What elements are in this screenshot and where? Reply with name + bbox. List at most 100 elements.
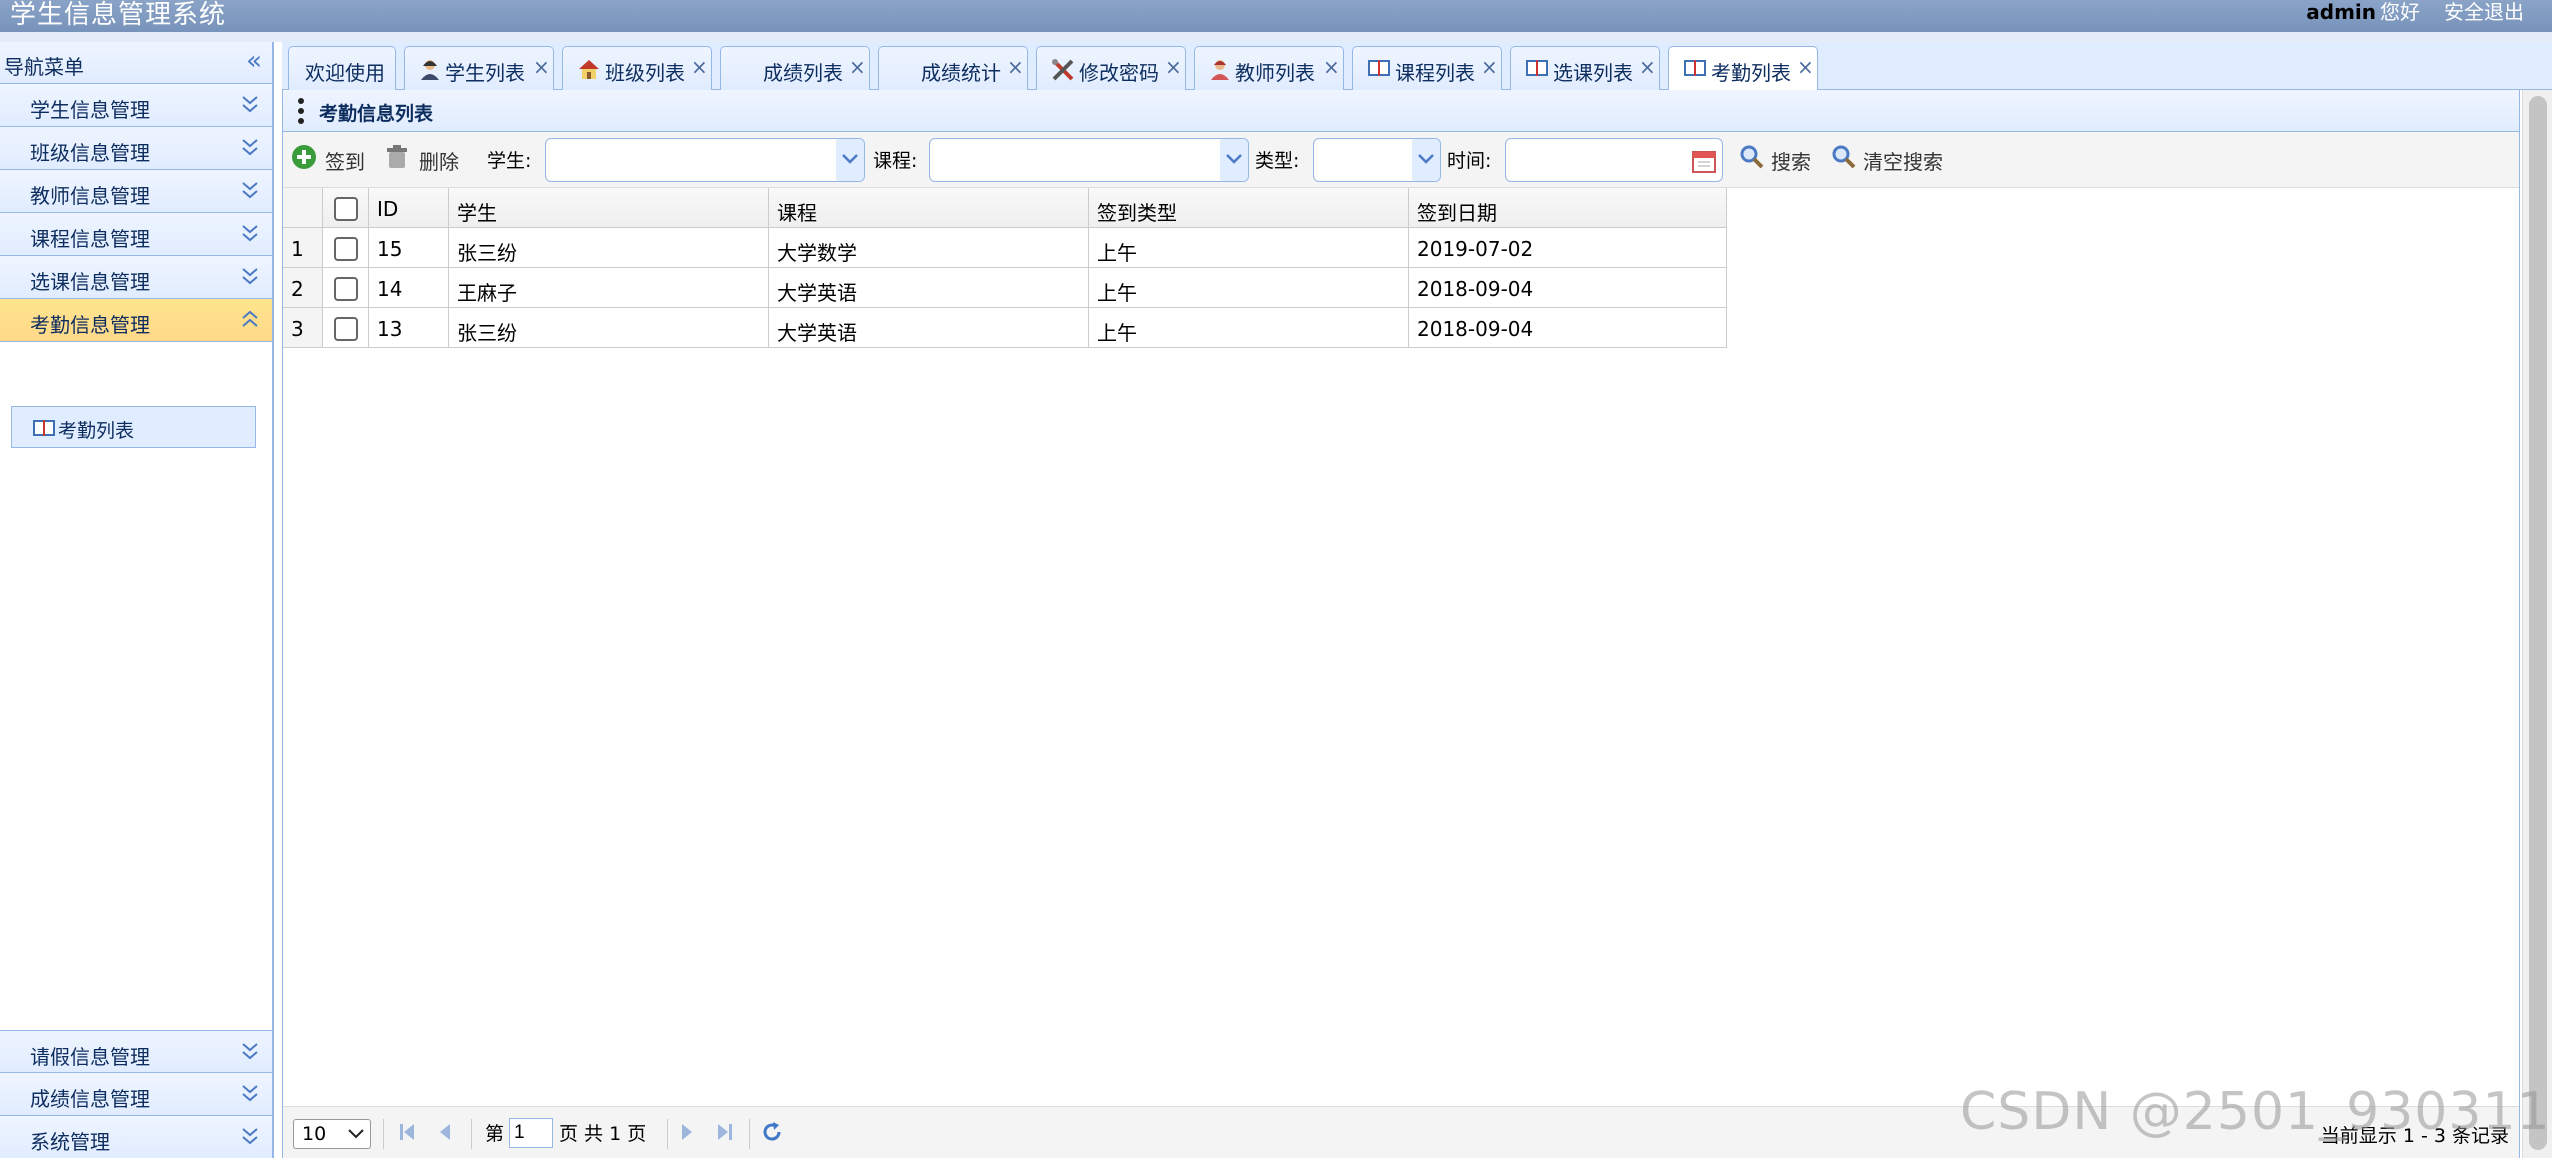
nav-group-student[interactable]: 学生信息管理 [0, 84, 272, 127]
calendar-icon[interactable] [1692, 149, 1716, 173]
page-size-select[interactable]: 10 [293, 1119, 371, 1149]
refresh-icon[interactable] [761, 1121, 783, 1143]
nav-group-class[interactable]: 班级信息管理 [0, 127, 272, 170]
book-icon [33, 420, 55, 436]
tab-student-list[interactable]: 学生列表 × [404, 46, 554, 90]
nav-group-selection[interactable]: 选课信息管理 [0, 256, 272, 299]
close-icon[interactable]: × [1797, 55, 1814, 79]
nav-group-score[interactable]: 成绩信息管理 [0, 1073, 272, 1116]
tools-icon [1052, 59, 1074, 81]
nav-item-label: 考勤列表 [58, 420, 135, 442]
cell-text: 13 [377, 317, 403, 341]
row-number-text: 2 [291, 277, 304, 301]
header-id[interactable]: ID [369, 188, 449, 227]
page-suffix: 页 共 1 页 [559, 1123, 647, 1145]
tab-class-list[interactable]: 班级列表 × [562, 46, 712, 90]
separator [749, 1119, 750, 1149]
tab-label: 欢迎使用 [305, 61, 385, 85]
chevron-down-icon [242, 268, 258, 285]
close-icon[interactable]: × [533, 55, 550, 79]
page-number-input[interactable] [509, 1118, 553, 1148]
tab-attendance-list[interactable]: 考勤列表 × [1668, 46, 1818, 91]
separator [667, 1119, 668, 1149]
row-checkbox[interactable] [334, 317, 358, 341]
cell-date: 2018-09-04 [1409, 308, 1727, 347]
student-filter-select[interactable] [545, 138, 865, 182]
tab-change-password[interactable]: 修改密码 × [1036, 46, 1186, 90]
close-icon[interactable]: × [1323, 55, 1340, 79]
header-sign-type[interactable]: 签到类型 [1089, 188, 1409, 227]
chevron-down-icon [242, 1043, 258, 1060]
type-filter-select[interactable] [1313, 138, 1441, 182]
cell-text: 张三纷 [457, 321, 517, 345]
row-select [323, 308, 369, 347]
tab-course-list[interactable]: 课程列表 × [1352, 46, 1502, 90]
cell-text: 大学英语 [777, 321, 857, 345]
cell-text: 王麻子 [457, 281, 517, 305]
separator [383, 1119, 384, 1149]
nav-group-leave[interactable]: 请假信息管理 [0, 1030, 272, 1073]
username: admin [2306, 0, 2376, 24]
panel-title: 考勤信息列表 [319, 103, 434, 125]
time-filter-input[interactable] [1505, 138, 1723, 182]
row-number: 1 [283, 228, 323, 267]
tab-label: 考勤列表 [1711, 61, 1791, 85]
table-row[interactable]: 2 14 王麻子 大学英语 上午 2018-09-04 [283, 268, 1727, 308]
user-area: admin 您好 安全退出 [2306, 0, 2524, 25]
course-filter-select[interactable] [929, 138, 1249, 182]
nav-group-course[interactable]: 课程信息管理 [0, 213, 272, 256]
close-icon[interactable]: × [849, 55, 866, 79]
table-row[interactable]: 3 13 张三纷 大学英语 上午 2018-09-04 [283, 308, 1727, 348]
column-header: 学生 [457, 201, 497, 225]
cell-course: 大学英语 [769, 268, 1089, 307]
more-vertical-icon[interactable] [297, 97, 305, 125]
row-checkbox[interactable] [334, 277, 358, 301]
last-page-icon[interactable] [715, 1121, 735, 1143]
nav-group-label: 成绩信息管理 [30, 1087, 150, 1111]
cell-type: 上午 [1089, 228, 1409, 267]
chevron-down-icon [1226, 154, 1242, 164]
header-course[interactable]: 课程 [769, 188, 1089, 227]
tab-score-stats[interactable]: 成绩统计 × [878, 46, 1028, 90]
search-label: 搜索 [1771, 150, 1811, 174]
prev-page-icon[interactable] [437, 1121, 453, 1143]
cell-type: 上午 [1089, 268, 1409, 307]
vertical-scrollbar[interactable] [2522, 90, 2552, 1158]
header-student[interactable]: 学生 [449, 188, 769, 227]
close-icon[interactable]: × [1481, 55, 1498, 79]
cell-text: 上午 [1097, 241, 1137, 265]
main-panel: 考勤信息列表 签到 删除 学生: 课程: 类型: 时间: 搜索 清空搜索 ID … [282, 90, 2520, 1158]
next-page-icon[interactable] [679, 1121, 695, 1143]
chevron-down-icon [1418, 154, 1434, 164]
tab-selection-list[interactable]: 选课列表 × [1510, 46, 1660, 90]
logout-link[interactable]: 安全退出 [2444, 0, 2524, 24]
nav-group-system[interactable]: 系统管理 [0, 1116, 272, 1158]
cell-date: 2019-07-02 [1409, 228, 1727, 267]
cell-text: 2018-09-04 [1417, 277, 1534, 301]
close-icon[interactable]: × [1165, 55, 1182, 79]
close-icon[interactable]: × [691, 55, 708, 79]
close-icon[interactable]: × [1639, 55, 1656, 79]
first-page-icon[interactable] [397, 1121, 417, 1143]
nav-item-attendance-list[interactable]: 考勤列表 [11, 406, 256, 448]
collapse-sidebar-icon[interactable]: « [246, 46, 262, 76]
nav-group-teacher[interactable]: 教师信息管理 [0, 170, 272, 213]
tab-label: 选课列表 [1553, 61, 1633, 85]
scrollbar-thumb[interactable] [2529, 96, 2547, 1150]
close-icon[interactable]: × [1007, 55, 1024, 79]
nav-group-attendance[interactable]: 考勤信息管理 [0, 299, 272, 342]
watermark: CSDN @2501_93031130 [1960, 1082, 2552, 1142]
tab-welcome[interactable]: 欢迎使用 [288, 46, 396, 90]
header-sign-date[interactable]: 签到日期 [1409, 188, 1727, 227]
select-all-checkbox[interactable] [334, 197, 358, 221]
tab-score-list[interactable]: 成绩列表 × [720, 46, 870, 90]
nav-group-label: 学生信息管理 [30, 98, 150, 122]
time-filter-label: 时间: [1447, 150, 1492, 172]
row-checkbox[interactable] [334, 237, 358, 261]
tab-label: 修改密码 [1079, 61, 1159, 85]
separator [471, 1119, 472, 1149]
book-icon [1368, 60, 1390, 76]
tab-label: 班级列表 [605, 61, 685, 85]
tab-teacher-list[interactable]: 教师列表 × [1194, 46, 1344, 90]
table-row[interactable]: 1 15 张三纷 大学数学 上午 2019-07-02 [283, 228, 1727, 268]
